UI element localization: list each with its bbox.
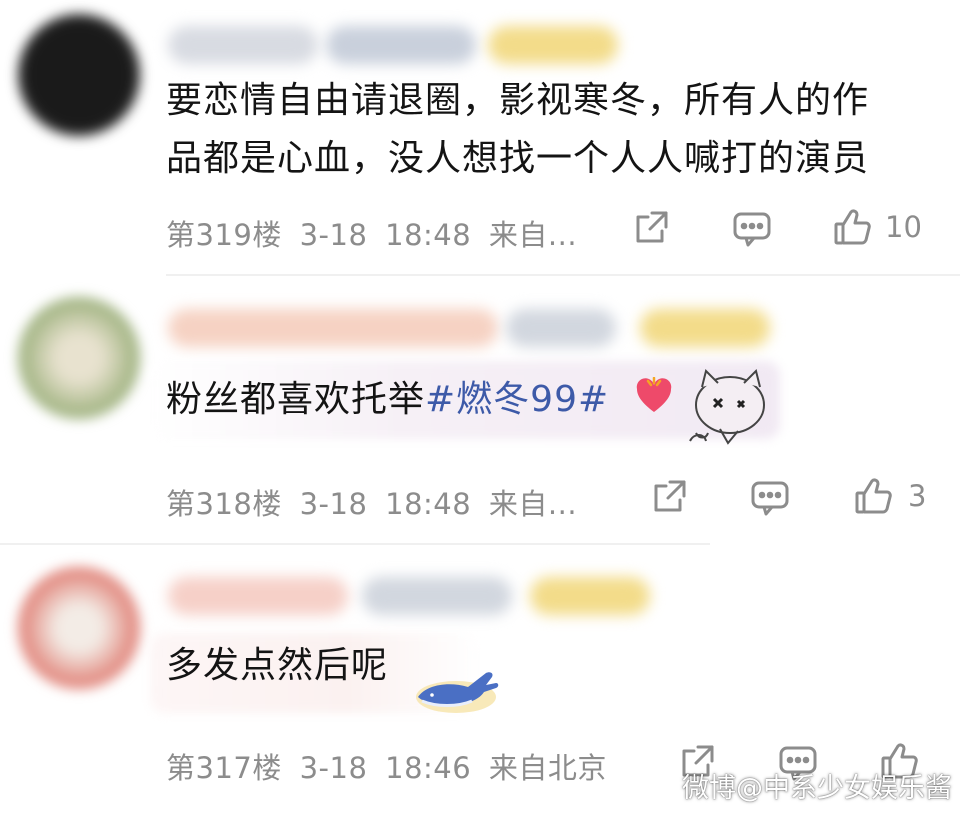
- comment-meta: 第319楼 3-18 18:48 来自...: [166, 212, 577, 254]
- comment-text: 多发点然后呢: [166, 637, 388, 695]
- floor-number: 第318楼: [166, 487, 282, 521]
- comment-text-line: 要恋情自由请退圈，影视寒冬，所有人的作: [166, 80, 870, 121]
- avatar[interactable]: [18, 297, 140, 419]
- heart-sticker-icon: [636, 377, 672, 412]
- comment-source: 来自...: [488, 218, 578, 252]
- comment-time: 18:48: [385, 218, 472, 252]
- comment-meta: 第317楼 3-18 18:46 来自北京: [166, 745, 607, 787]
- comment-text-plain: 粉丝都喜欢托举: [166, 379, 426, 420]
- like-count: 10: [885, 210, 922, 244]
- avatar[interactable]: [18, 14, 140, 136]
- comment-time: 18:46: [385, 751, 472, 785]
- comment-text-plain: 多发点然后呢: [166, 645, 389, 686]
- badge-blurred: [488, 26, 618, 64]
- comment-text: 粉丝都喜欢托举#燃冬99#: [166, 371, 609, 429]
- share-icon: [636, 211, 668, 243]
- comment-date: 3-18: [299, 487, 368, 521]
- share-button[interactable]: [650, 478, 688, 516]
- floor-number: 第317楼: [166, 751, 282, 785]
- badge-blurred: [506, 309, 616, 347]
- like-icon: [855, 478, 892, 514]
- comment-date: 3-18: [299, 751, 368, 785]
- comment-icon: [733, 212, 771, 247]
- like-button[interactable]: 3: [854, 476, 926, 516]
- username-blurred[interactable]: [168, 577, 348, 615]
- share-button[interactable]: [632, 209, 670, 247]
- username-blurred[interactable]: [168, 309, 498, 347]
- share-icon: [654, 480, 686, 512]
- comment-text-line: 品都是心血，没人想找一个人人喊打的演员: [166, 138, 870, 179]
- comment-time: 18:48: [385, 487, 472, 521]
- like-button[interactable]: 10: [833, 207, 922, 247]
- comment-button[interactable]: [732, 210, 772, 248]
- badge-blurred: [530, 577, 650, 615]
- comment-text: 要恋情自由请退圈，影视寒冬，所有人的作 品都是心血，没人想找一个人人喊打的演员: [166, 72, 869, 188]
- comment-meta: 第318楼 3-18 18:48 来自...: [166, 481, 577, 523]
- badge-blurred: [640, 309, 770, 347]
- hashtag-link[interactable]: #燃冬99#: [425, 379, 609, 420]
- watermark: 微博@中系少女娱乐酱: [682, 773, 952, 804]
- comment-318: 粉丝都喜欢托举#燃冬99# 第318楼 3-18 18:48 来自... 3: [0, 275, 960, 545]
- comment-icon: [751, 481, 789, 516]
- badge-blurred: [326, 26, 476, 64]
- comment-319: 要恋情自由请退圈，影视寒冬，所有人的作 品都是心血，没人想找一个人人喊打的演员 …: [0, 0, 960, 275]
- comment-button[interactable]: [750, 479, 790, 517]
- like-count: 3: [908, 479, 927, 513]
- floor-number: 第319楼: [166, 218, 282, 252]
- avatar[interactable]: [18, 567, 140, 689]
- username-blurred[interactable]: [168, 26, 318, 64]
- whale-sticker-icon: [416, 672, 499, 713]
- comment-source: 来自...: [488, 487, 578, 521]
- like-icon: [834, 209, 871, 245]
- comment-date: 3-18: [299, 218, 368, 252]
- comment-source: 来自北京: [488, 751, 607, 785]
- badge-blurred: [362, 577, 512, 615]
- cat-sticker-icon: [689, 369, 765, 445]
